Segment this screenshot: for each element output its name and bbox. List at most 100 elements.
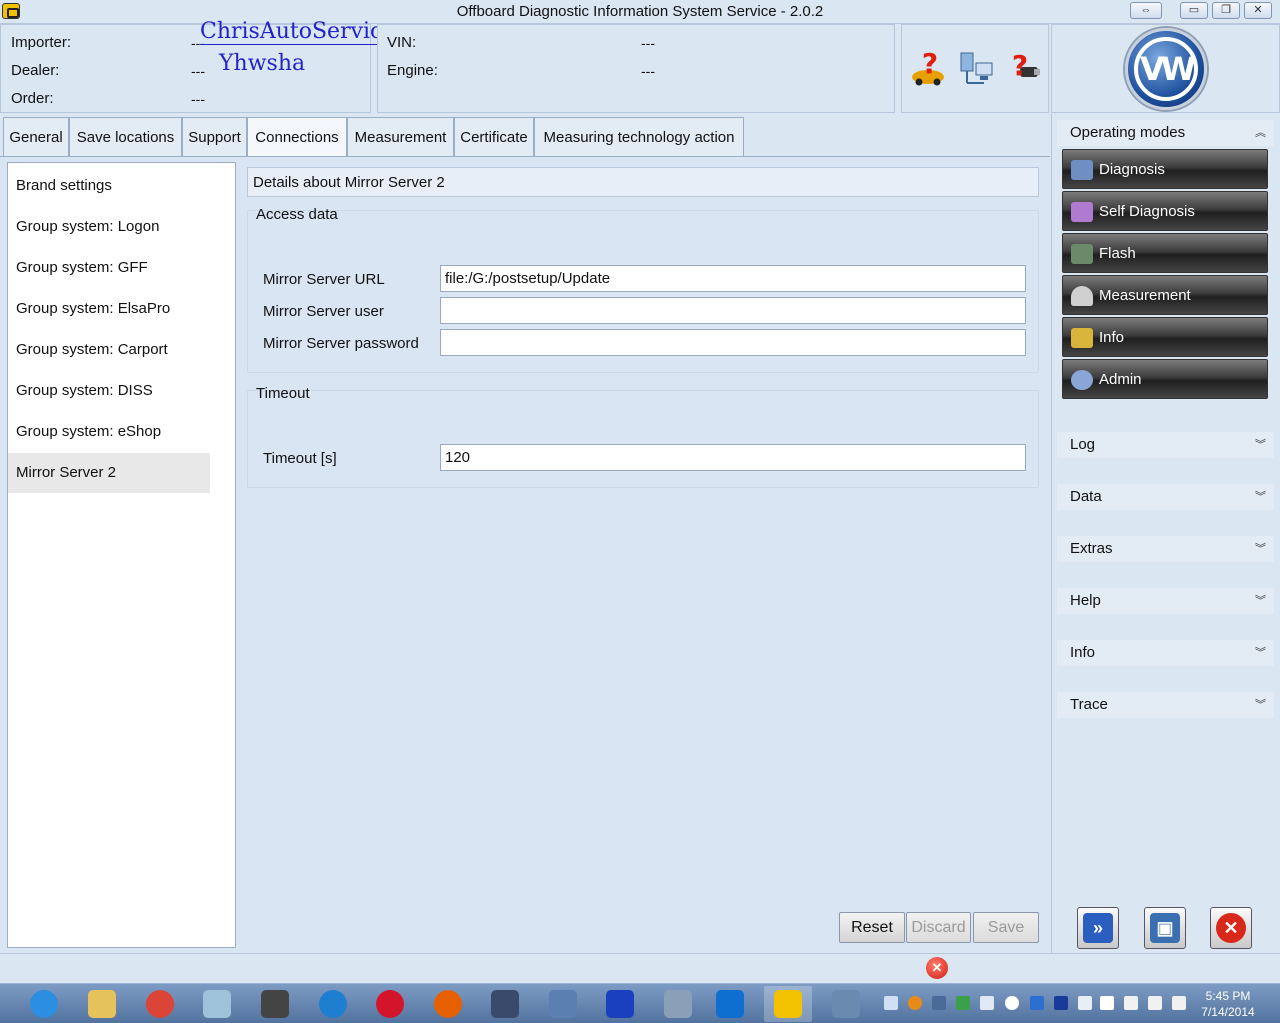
- vw-logo: VW: [1125, 28, 1207, 110]
- help-icons-panel: ? ?: [901, 24, 1049, 113]
- mirror-server-url-input[interactable]: [440, 265, 1026, 292]
- section-help[interactable]: Help ︾: [1057, 588, 1274, 614]
- error-status-icon[interactable]: ✕: [926, 957, 948, 979]
- internet-explorer-icon: [30, 990, 58, 1018]
- taskbar-computer[interactable]: [539, 986, 587, 1022]
- access-data-title: Access data: [256, 206, 338, 223]
- mirror-server-password-input[interactable]: [440, 329, 1026, 356]
- taskbar-odis-app[interactable]: [764, 986, 812, 1022]
- tray-app-icon[interactable]: [932, 996, 946, 1010]
- taskbar-internet-explorer[interactable]: [20, 986, 68, 1022]
- list-item-group-system-elsapro[interactable]: Group system: ElsaPro: [8, 289, 210, 329]
- order-value: ---: [191, 91, 205, 107]
- tray-update-icon[interactable]: [1005, 996, 1019, 1010]
- window-title: Offboard Diagnostic Information System S…: [456, 3, 824, 20]
- taskbar-media-app[interactable]: [481, 986, 529, 1022]
- opera-icon: [376, 990, 404, 1018]
- list-item-group-system-diss[interactable]: Group system: DISS: [8, 371, 210, 411]
- bluetooth-icon[interactable]: [1054, 996, 1068, 1010]
- tab-certificate[interactable]: Certificate: [454, 117, 534, 157]
- close-app-button[interactable]: ✕: [1210, 907, 1252, 949]
- chevron-down-icon: ︾: [1255, 699, 1266, 711]
- mode-info-button[interactable]: Info: [1062, 317, 1268, 357]
- odis-app-icon: [774, 990, 802, 1018]
- taskbar-teamviewer[interactable]: [706, 986, 754, 1022]
- tab-connections[interactable]: Connections: [247, 117, 347, 157]
- dealer-label: Dealer:: [11, 62, 60, 79]
- mode-measurement-button[interactable]: Measurement: [1062, 275, 1268, 315]
- chevron-down-icon: ︾: [1255, 543, 1266, 555]
- tab-measurement[interactable]: Measurement: [347, 117, 454, 157]
- mode-measurement-label: Measurement: [1099, 287, 1191, 304]
- volume-icon[interactable]: [1172, 996, 1186, 1010]
- taskbar-notes[interactable]: [193, 986, 241, 1022]
- taskbar-file-explorer[interactable]: [78, 986, 126, 1022]
- tray-green-icon[interactable]: [956, 996, 970, 1010]
- battery-icon[interactable]: [1124, 996, 1138, 1010]
- tab-save-locations[interactable]: Save locations: [69, 117, 182, 157]
- taskbar-remote-app[interactable]: [822, 986, 870, 1022]
- tray-display-icon[interactable]: [980, 996, 994, 1010]
- taskbar-keyboard-app[interactable]: [251, 986, 299, 1022]
- remote-app-icon: [832, 990, 860, 1018]
- vehicle-help-icon[interactable]: ?: [910, 49, 950, 89]
- tray-orange-icon[interactable]: [908, 996, 922, 1010]
- detail-header: Details about Mirror Server 2: [247, 167, 1039, 197]
- list-item-group-system-logon[interactable]: Group system: Logon: [8, 207, 210, 247]
- restore-arrows-button[interactable]: ⇔: [1130, 2, 1162, 19]
- system-clock[interactable]: 5:45 PM 7/14/2014: [1188, 988, 1268, 1020]
- stethoscope-icon: [1071, 160, 1093, 180]
- mode-self-diagnosis-button[interactable]: Self Diagnosis: [1062, 191, 1268, 231]
- tab-support[interactable]: Support: [182, 117, 247, 157]
- section-extras[interactable]: Extras ︾: [1057, 536, 1274, 562]
- operating-modes-header[interactable]: Operating modes ︽: [1057, 120, 1274, 146]
- mirror-server-user-input[interactable]: [440, 297, 1026, 324]
- section-data[interactable]: Data ︾: [1057, 484, 1274, 510]
- taskbar-ie-update[interactable]: [309, 986, 357, 1022]
- minimize-button[interactable]: ▭: [1180, 2, 1208, 19]
- section-trace[interactable]: Trace ︾: [1057, 692, 1274, 718]
- mirror-server-url-label: Mirror Server URL: [263, 271, 385, 288]
- taskbar-connector[interactable]: [596, 986, 644, 1022]
- taskbar-firefox[interactable]: [424, 986, 472, 1022]
- save-button[interactable]: Save: [973, 912, 1039, 943]
- dealer-info-panel: Importer: --- Dealer: --- Order: --- Chr…: [0, 19, 396, 113]
- tab-general[interactable]: General: [3, 117, 69, 157]
- connection-list: Brand settings Group system: Logon Group…: [7, 162, 236, 948]
- section-log[interactable]: Log ︾: [1057, 432, 1274, 458]
- signal-icon[interactable]: [1148, 996, 1162, 1010]
- maximize-button[interactable]: ❐: [1212, 2, 1240, 19]
- tray-teamviewer-icon[interactable]: [1030, 996, 1044, 1010]
- action-center-flag-icon[interactable]: [1100, 996, 1114, 1010]
- tray-window-icon[interactable]: [884, 996, 898, 1010]
- close-button[interactable]: ✕: [1244, 2, 1272, 19]
- teamviewer-icon: [716, 990, 744, 1018]
- mode-flash-button[interactable]: Flash: [1062, 233, 1268, 273]
- section-extras-label: Extras: [1070, 540, 1113, 557]
- tray-security-icon[interactable]: [1078, 996, 1092, 1010]
- network-help-icon[interactable]: [958, 49, 998, 89]
- list-item-group-system-gff[interactable]: Group system: GFF: [8, 248, 210, 288]
- list-item-mirror-server-2[interactable]: Mirror Server 2: [8, 453, 210, 493]
- mode-admin-button[interactable]: Admin: [1062, 359, 1268, 399]
- taskbar-chrome[interactable]: [136, 986, 184, 1022]
- list-item-brand-settings[interactable]: Brand settings: [8, 166, 210, 206]
- plug-help-icon[interactable]: ?: [1004, 49, 1044, 89]
- tab-measuring-technology-action[interactable]: Measuring technology action: [534, 117, 744, 157]
- mode-diagnosis-button[interactable]: Diagnosis: [1062, 149, 1268, 189]
- section-info[interactable]: Info ︾: [1057, 640, 1274, 666]
- discard-button[interactable]: Discard: [906, 912, 971, 943]
- fit-window-button[interactable]: ▣: [1144, 907, 1186, 949]
- forward-button[interactable]: »: [1077, 907, 1119, 949]
- order-label: Order:: [11, 90, 54, 107]
- taskbar-monitor-app[interactable]: [654, 986, 702, 1022]
- taskbar-opera[interactable]: [366, 986, 414, 1022]
- reset-button[interactable]: Reset: [839, 912, 905, 943]
- forward-icon: »: [1083, 913, 1113, 943]
- list-item-group-system-carport[interactable]: Group system: Carport: [8, 330, 210, 370]
- close-app-icon: ✕: [1216, 913, 1246, 943]
- list-item-group-system-eshop[interactable]: Group system: eShop: [8, 412, 210, 452]
- flash-chip-icon: [1071, 244, 1093, 264]
- timeout-input[interactable]: [440, 444, 1026, 471]
- vehicle-info-panel: VIN: --- Engine: ---: [377, 24, 895, 113]
